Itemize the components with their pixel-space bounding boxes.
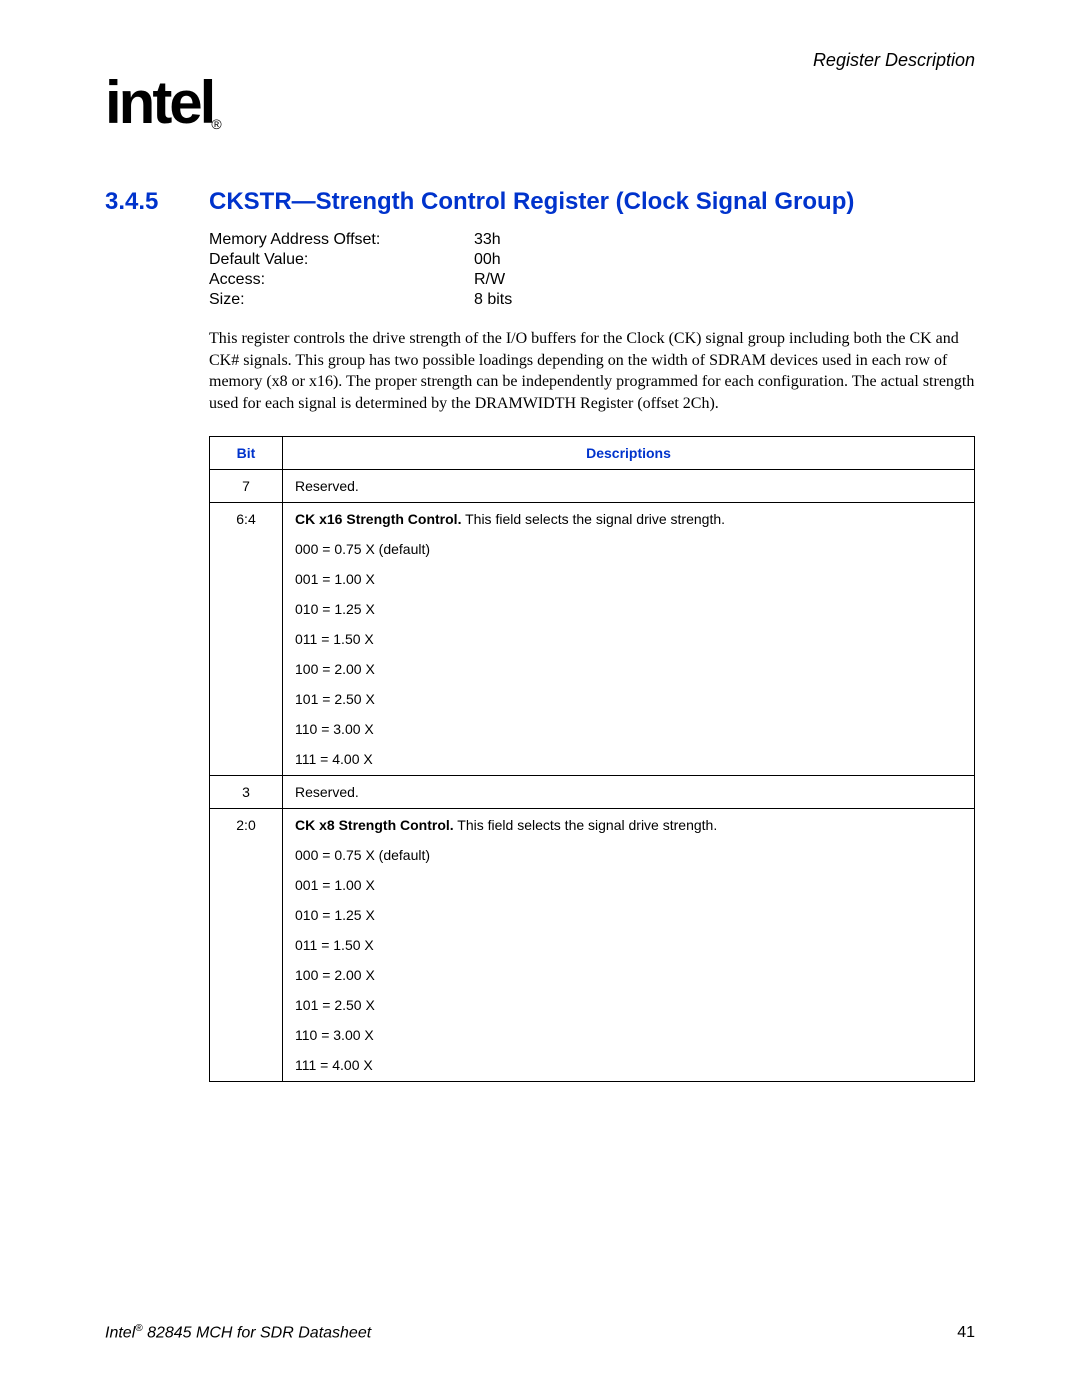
footer-reg-icon: ® [135, 1323, 142, 1334]
option-line: 110 = 3.00 X [295, 721, 962, 737]
footer-doc-title: Intel® 82845 MCH for SDR Datasheet [105, 1323, 371, 1342]
field-name: CK x8 Strength Control. [295, 817, 454, 833]
meta-value: 00h [474, 250, 512, 270]
description-line: Reserved. [295, 784, 962, 800]
table-header-desc: Descriptions [283, 437, 975, 470]
field-desc-text: Reserved. [295, 784, 359, 800]
content-body: Memory Address Offset:33hDefault Value:0… [209, 230, 975, 1082]
description-cell: Reserved. [283, 470, 975, 503]
option-line: 101 = 2.50 X [295, 997, 962, 1013]
meta-label: Size: [209, 290, 474, 310]
option-line: 010 = 1.25 X [295, 907, 962, 923]
page-footer: Intel® 82845 MCH for SDR Datasheet 41 [105, 1323, 975, 1342]
page-number: 41 [957, 1324, 975, 1342]
bit-cell: 3 [210, 776, 283, 809]
page: Register Description intel® 3.4.5 CKSTR—… [0, 0, 1080, 1397]
meta-value: R/W [474, 270, 512, 290]
field-desc-text: This field selects the signal drive stre… [461, 511, 725, 527]
option-line: 100 = 2.00 X [295, 967, 962, 983]
meta-value: 8 bits [474, 290, 512, 310]
section-heading: 3.4.5 CKSTR—Strength Control Register (C… [105, 188, 975, 216]
option-line: 110 = 3.00 X [295, 1027, 962, 1043]
description-line: CK x16 Strength Control. This field sele… [295, 511, 962, 527]
option-line: 100 = 2.00 X [295, 661, 962, 677]
section-title: CKSTR—Strength Control Register (Clock S… [209, 188, 854, 216]
table-row: 2:0 CK x8 Strength Control. This field se… [210, 809, 975, 1082]
option-line: 111 = 4.00 X [295, 751, 962, 767]
section-number: 3.4.5 [105, 188, 209, 216]
field-name: CK x16 Strength Control. [295, 511, 461, 527]
header-chapter-title: Register Description [105, 50, 975, 71]
table-header-bit: Bit [210, 437, 283, 470]
option-line: 011 = 1.50 X [295, 937, 962, 953]
description-cell: CK x16 Strength Control. This field sele… [283, 503, 975, 776]
option-line: 000 = 0.75 X (default) [295, 541, 962, 557]
registered-symbol: ® [211, 116, 218, 132]
register-description-paragraph: This register controls the drive strengt… [209, 328, 975, 414]
table-row: 3 Reserved. [210, 776, 975, 809]
meta-label: Access: [209, 270, 474, 290]
meta-value: 33h [474, 230, 512, 250]
bit-cell: 2:0 [210, 809, 283, 1082]
footer-brand: Intel [105, 1324, 135, 1341]
bit-cell: 6:4 [210, 503, 283, 776]
bit-cell: 7 [210, 470, 283, 503]
field-desc-text: Reserved. [295, 478, 359, 494]
footer-doc-name: 82845 MCH for SDR Datasheet [143, 1324, 372, 1341]
option-line: 011 = 1.50 X [295, 631, 962, 647]
meta-row: Default Value:00h [209, 250, 512, 270]
meta-label: Default Value: [209, 250, 474, 270]
logo-text: intel [105, 69, 213, 136]
option-line: 010 = 1.25 X [295, 601, 962, 617]
option-line: 001 = 1.00 X [295, 877, 962, 893]
option-line: 001 = 1.00 X [295, 571, 962, 587]
meta-row: Size:8 bits [209, 290, 512, 310]
meta-row: Memory Address Offset:33h [209, 230, 512, 250]
table-row: 7 Reserved. [210, 470, 975, 503]
field-desc-text: This field selects the signal drive stre… [454, 817, 718, 833]
option-line: 000 = 0.75 X (default) [295, 847, 962, 863]
bit-description-table: Bit Descriptions 7 Reserved. 6:4 CK x16 Str… [209, 436, 975, 1082]
meta-row: Access:R/W [209, 270, 512, 290]
meta-label: Memory Address Offset: [209, 230, 474, 250]
description-line: Reserved. [295, 478, 962, 494]
option-line: 101 = 2.50 X [295, 691, 962, 707]
intel-logo: intel® [105, 73, 975, 133]
description-cell: Reserved. [283, 776, 975, 809]
option-line: 111 = 4.00 X [295, 1057, 962, 1073]
description-cell: CK x8 Strength Control. This field selec… [283, 809, 975, 1082]
register-meta-table: Memory Address Offset:33hDefault Value:0… [209, 230, 512, 310]
table-row: 6:4 CK x16 Strength Control. This field s… [210, 503, 975, 776]
description-line: CK x8 Strength Control. This field selec… [295, 817, 962, 833]
